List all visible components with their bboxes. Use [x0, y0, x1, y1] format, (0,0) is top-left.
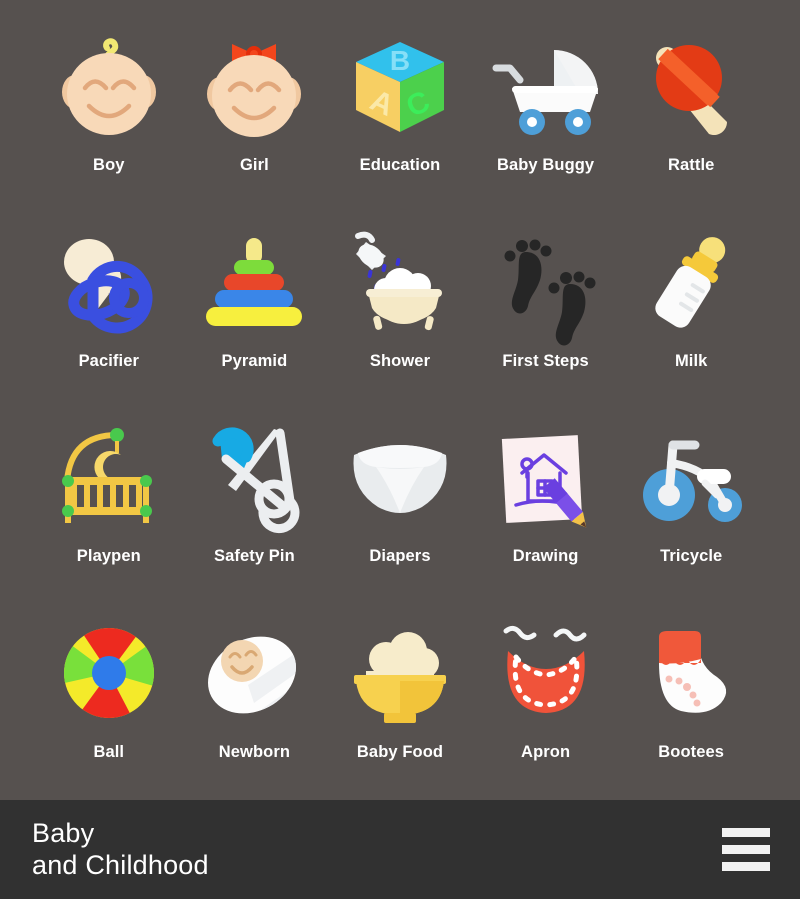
- grid-item-milk[interactable]: Milk: [618, 214, 764, 410]
- swaddled-newborn-icon[interactable]: [194, 615, 314, 735]
- crib-playpen-icon[interactable]: [49, 419, 169, 539]
- grid-item-label: Drawing: [512, 547, 579, 565]
- page-footer: Baby and Childhood: [0, 800, 800, 899]
- grid-item-tricycle[interactable]: Tricycle: [618, 409, 764, 605]
- grid-item-pacifier[interactable]: Pacifier: [36, 214, 182, 410]
- grid-item-education[interactable]: B A C Education: [327, 18, 473, 214]
- rattle-toy-icon[interactable]: [631, 28, 751, 148]
- bath-shower-icon[interactable]: [340, 224, 460, 344]
- safety-pin-icon[interactable]: [194, 419, 314, 539]
- grid-item-label: Baby Food: [356, 742, 444, 761]
- grid-item-girl[interactable]: Girl: [182, 18, 328, 214]
- svg-text:B: B: [390, 45, 410, 76]
- grid-item-label: Boy: [93, 156, 125, 174]
- grid-item-label: Milk: [674, 351, 708, 370]
- grid-item-label: Playpen: [76, 547, 141, 565]
- grid-item-label: Girl: [239, 156, 269, 174]
- grid-item-shower[interactable]: Shower: [327, 214, 473, 410]
- grid-item-label: Rattle: [667, 156, 715, 174]
- baby-boy-face-icon[interactable]: [49, 28, 169, 148]
- hamburger-menu-icon[interactable]: [722, 828, 770, 871]
- grid-item-label: Apron: [521, 742, 571, 761]
- grid-item-label: Education: [359, 156, 441, 174]
- pacifier-icon[interactable]: [49, 224, 169, 344]
- page-title: Baby and Childhood: [32, 818, 209, 881]
- baby-stroller-icon[interactable]: [486, 28, 606, 148]
- tricycle-icon[interactable]: [631, 419, 751, 539]
- grid-item-boy[interactable]: Boy: [36, 18, 182, 214]
- grid-item-label: Ball: [93, 742, 125, 761]
- grid-item-label: Pacifier: [78, 351, 139, 370]
- grid-item-label: Pyramid: [221, 351, 288, 370]
- baby-girl-face-icon[interactable]: [194, 28, 314, 148]
- grid-item-bootees[interactable]: Bootees: [618, 605, 764, 801]
- menu-bar-3: [722, 862, 770, 871]
- bib-apron-icon[interactable]: [486, 615, 606, 735]
- diaper-icon[interactable]: [340, 419, 460, 539]
- grid-item-baby-buggy[interactable]: Baby Buggy: [473, 18, 619, 214]
- grid-item-safety-pin[interactable]: Safety Pin: [182, 409, 328, 605]
- baby-bootie-icon[interactable]: [631, 615, 751, 735]
- alphabet-blocks-icon[interactable]: B A C: [340, 28, 460, 148]
- grid-item-label: Safety Pin: [214, 547, 295, 565]
- grid-item-pyramid[interactable]: Pyramid: [182, 214, 328, 410]
- baby-bottle-icon[interactable]: [631, 224, 751, 344]
- menu-bar-2: [722, 845, 770, 854]
- grid-item-first-steps[interactable]: First Steps: [473, 214, 619, 410]
- beach-ball-icon[interactable]: [49, 615, 169, 735]
- grid-item-label: Newborn: [218, 742, 291, 761]
- child-drawing-icon[interactable]: [486, 419, 606, 539]
- footprints-icon[interactable]: [486, 224, 606, 345]
- grid-item-ball[interactable]: Ball: [36, 605, 182, 801]
- stacking-rings-icon[interactable]: [194, 224, 314, 344]
- grid-item-label: Baby Buggy: [496, 156, 595, 174]
- grid-item-label: Shower: [369, 351, 431, 370]
- grid-item-label: Tricycle: [660, 547, 723, 565]
- grid-item-label: Bootees: [658, 742, 725, 761]
- grid-item-rattle[interactable]: Rattle: [618, 18, 764, 214]
- grid-item-playpen[interactable]: Playpen: [36, 409, 182, 605]
- menu-bar-1: [722, 828, 770, 837]
- page-title-line2: and Childhood: [32, 849, 209, 880]
- grid-item-drawing[interactable]: Drawing: [473, 409, 619, 605]
- page-title-line1: Baby: [32, 817, 95, 848]
- grid-item-apron[interactable]: Apron: [473, 605, 619, 801]
- grid-item-newborn[interactable]: Newborn: [182, 605, 328, 801]
- grid-item-label: First Steps: [502, 351, 589, 370]
- grid-item-baby-food[interactable]: Baby Food: [327, 605, 473, 801]
- icon-grid: Boy Girl B A C Education Baby Buggy Ratt…: [0, 0, 800, 800]
- grid-item-label: Diapers: [369, 547, 431, 565]
- grid-item-diapers[interactable]: Diapers: [327, 409, 473, 605]
- food-bowl-icon[interactable]: [340, 615, 460, 735]
- icon-set-page: Boy Girl B A C Education Baby Buggy Ratt…: [0, 0, 800, 899]
